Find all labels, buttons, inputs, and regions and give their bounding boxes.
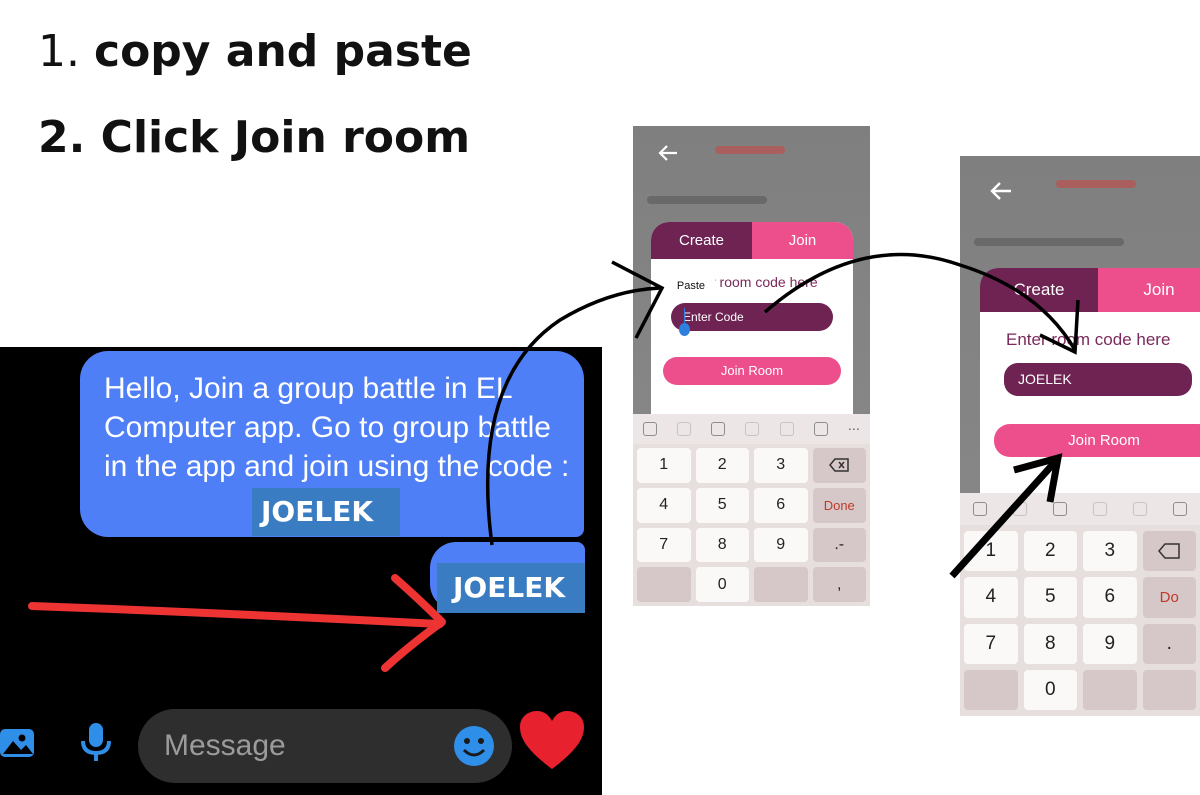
blurred-title: [1056, 180, 1136, 188]
translate-icon[interactable]: [1133, 502, 1147, 516]
tab-join[interactable]: Join: [1098, 268, 1200, 312]
done-key[interactable]: Done: [812, 487, 866, 523]
tab-join[interactable]: Join: [752, 222, 853, 259]
key-1[interactable]: 1: [964, 531, 1018, 572]
numeric-keyboard: 1 2 3 4 5 6 Done 7 8 9 .- 0 ,: [633, 444, 870, 606]
notes-icon[interactable]: [1053, 502, 1067, 516]
translate-icon[interactable]: [779, 422, 794, 436]
key-0[interactable]: 0: [1023, 669, 1077, 710]
room-code-hint: Enter room code here: [1006, 330, 1171, 349]
key-comma[interactable]: ,: [812, 567, 866, 602]
back-arrow-icon[interactable]: [988, 178, 1014, 204]
key-7[interactable]: 7: [637, 527, 691, 563]
dialog-tabs: Create Join: [980, 268, 1200, 312]
step-1-instruction: 1. copy and paste: [38, 26, 472, 77]
key-9[interactable]: 9: [754, 527, 808, 563]
invite-message-bubble[interactable]: Hello, Join a group battle in EL Compute…: [80, 351, 584, 537]
numeric-keyboard: 1 2 3 4 5 6 Do 7 8 9 . 0: [960, 525, 1200, 716]
key-9[interactable]: 9: [1083, 623, 1137, 664]
more-icon[interactable]: ⋯: [848, 422, 860, 436]
blurred-subtitle: [974, 238, 1124, 246]
blurred-title: [715, 146, 785, 154]
key-8[interactable]: 8: [695, 527, 749, 563]
key-5[interactable]: 5: [1023, 577, 1077, 618]
key-2[interactable]: 2: [1023, 531, 1077, 572]
key-blank-left[interactable]: [637, 567, 691, 602]
heart-icon[interactable]: [518, 709, 586, 773]
key-4[interactable]: 4: [637, 487, 691, 523]
notes-icon[interactable]: [711, 422, 726, 436]
key-dot[interactable]: .: [1142, 623, 1196, 664]
sent-code-highlight[interactable]: JOELEK: [437, 563, 585, 613]
voice-icon[interactable]: [745, 422, 760, 436]
key-1[interactable]: 1: [637, 448, 691, 483]
emoji-icon[interactable]: [453, 725, 495, 767]
phone-screen-paste: Create Join r room code here Paste Enter…: [633, 126, 870, 606]
clipboard-icon[interactable]: [973, 502, 987, 516]
blurred-subtitle: [647, 196, 767, 204]
join-dialog: Create Join r room code here Paste Enter…: [651, 222, 853, 416]
tab-create[interactable]: Create: [651, 222, 752, 259]
backspace-icon: [829, 458, 849, 473]
cursor-handle[interactable]: [679, 323, 690, 336]
backspace-icon: [1158, 543, 1180, 559]
step-1-number: 1.: [38, 26, 80, 77]
paste-popup[interactable]: Paste: [667, 276, 715, 296]
message-input[interactable]: Message: [138, 709, 512, 783]
key-3[interactable]: 3: [754, 448, 808, 483]
join-room-button[interactable]: Join Room: [994, 424, 1200, 457]
key-comma[interactable]: [1142, 669, 1196, 710]
back-arrow-icon[interactable]: [657, 142, 679, 164]
step-2-instruction: 2. Click Join room: [38, 112, 471, 163]
gallery-icon[interactable]: [0, 725, 36, 761]
room-code-hint: r room code here: [711, 274, 818, 290]
key-0[interactable]: 0: [695, 567, 749, 602]
clipboard-icon[interactable]: [643, 422, 658, 436]
join-room-button[interactable]: Join Room: [663, 357, 841, 385]
keyboard-toolbar: ⋯: [633, 414, 870, 444]
done-key[interactable]: Do: [1142, 577, 1196, 618]
room-code-input[interactable]: JOELEK: [1004, 363, 1192, 396]
key-8[interactable]: 8: [1023, 623, 1077, 664]
backspace-key[interactable]: [1142, 531, 1196, 572]
invite-code-highlight[interactable]: JOELEK: [252, 488, 400, 536]
tab-create[interactable]: Create: [980, 268, 1098, 312]
key-blank-right[interactable]: [1083, 669, 1137, 710]
voice-icon[interactable]: [1093, 502, 1107, 516]
key-6[interactable]: 6: [1083, 577, 1137, 618]
key-6[interactable]: 6: [754, 487, 808, 523]
phone-screen-join: Create Join Enter room code here JOELEK …: [960, 156, 1200, 716]
key-4[interactable]: 4: [964, 577, 1018, 618]
key-blank-left[interactable]: [964, 669, 1018, 710]
keyboard-toolbar: [960, 493, 1200, 525]
dialog-tabs: Create Join: [651, 222, 853, 259]
invite-message-text: Hello, Join a group battle in EL Compute…: [104, 372, 570, 483]
key-blank-right[interactable]: [754, 567, 808, 602]
emoji-key-icon[interactable]: [1013, 502, 1027, 516]
message-placeholder: Message: [164, 729, 286, 762]
key-3[interactable]: 3: [1083, 531, 1137, 572]
key-7[interactable]: 7: [964, 623, 1018, 664]
key-2[interactable]: 2: [695, 448, 749, 483]
emoji-key-icon[interactable]: [677, 422, 692, 436]
settings-icon[interactable]: [813, 422, 828, 436]
backspace-key[interactable]: [812, 448, 866, 483]
settings-icon[interactable]: [1173, 502, 1187, 516]
join-dialog: Create Join Enter room code here JOELEK …: [980, 268, 1200, 496]
microphone-icon[interactable]: [76, 721, 116, 765]
key-5[interactable]: 5: [695, 487, 749, 523]
room-code-input[interactable]: Enter Code: [671, 303, 833, 331]
key-dot-minus[interactable]: .-: [812, 527, 866, 563]
chat-screen: Hello, Join a group battle in EL Compute…: [0, 347, 602, 795]
step-1-text: copy and paste: [93, 26, 472, 77]
